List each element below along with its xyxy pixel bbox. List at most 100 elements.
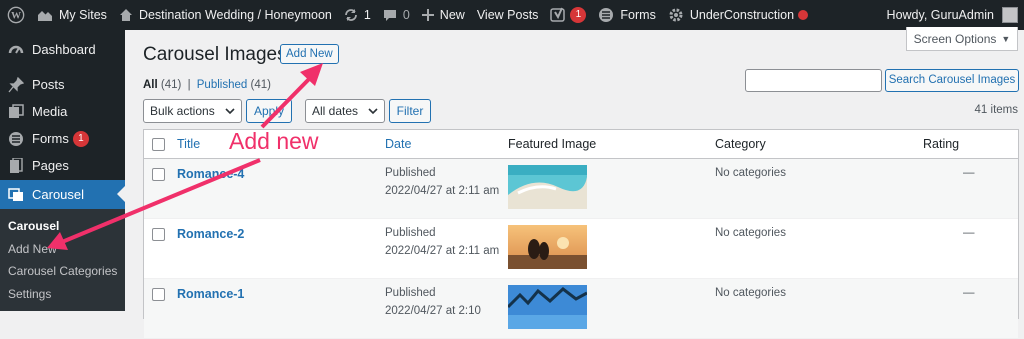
gear-icon <box>668 7 684 23</box>
row-status: Published <box>385 287 436 299</box>
new-content-button[interactable]: New <box>416 0 471 30</box>
admin-bar: W My Sites Destination Wedding / Honeymo… <box>0 0 1024 30</box>
under-construction-label: UnderConstruction <box>689 8 795 22</box>
column-rating: Rating <box>923 137 960 151</box>
sidebar-item-posts[interactable]: Posts <box>0 71 125 98</box>
row-category: No categories <box>715 227 786 239</box>
sidebar-item-label: Forms <box>32 131 69 146</box>
featured-image-thumbnail[interactable] <box>508 285 587 329</box>
view-posts-link[interactable]: View Posts <box>471 0 545 30</box>
dashboard-icon <box>8 42 24 58</box>
table-row: Romance-2 Published 2022/04/27 at 2:11 a… <box>144 219 1018 279</box>
table-row: Romance-1 Published 2022/04/27 at 2:10 N… <box>144 279 1018 339</box>
pin-icon <box>8 76 24 93</box>
plus-icon <box>421 9 434 21</box>
updates-button[interactable]: 1 <box>338 0 377 30</box>
howdy-label: Howdy, GuruAdmin <box>886 8 994 22</box>
filter-all-link[interactable]: All <box>143 79 158 91</box>
submenu-carousel-categories[interactable]: Carousel Categories <box>0 260 125 283</box>
date-filter-select[interactable]: All dates <box>305 99 385 123</box>
filter-button[interactable]: Filter <box>389 99 431 123</box>
bulk-actions-value: Bulk actions <box>150 104 215 118</box>
row-title-link[interactable]: Romance-2 <box>177 227 244 241</box>
column-title[interactable]: Title <box>177 137 200 151</box>
column-date[interactable]: Date <box>385 137 411 151</box>
sidebar-item-pages[interactable]: Pages <box>0 152 125 179</box>
screen-options-button[interactable]: Screen Options ▼ <box>906 27 1018 51</box>
comment-icon <box>383 9 397 22</box>
yoast-menu[interactable]: 1 <box>544 0 592 30</box>
sidebar-item-label: Carousel <box>32 187 85 202</box>
row-title-link[interactable]: Romance-1 <box>177 287 244 301</box>
submenu-carousel[interactable]: Carousel <box>0 215 125 238</box>
wordpress-logo-button[interactable]: W <box>0 0 31 30</box>
posts-table: Title Date Featured Image Category Ratin… <box>143 129 1019 339</box>
under-construction-menu[interactable]: UnderConstruction <box>662 0 814 30</box>
sidebar-item-label: Dashboard <box>32 42 96 57</box>
apply-button[interactable]: Apply <box>246 99 292 123</box>
refresh-icon <box>344 8 358 22</box>
sidebar-item-label: Pages <box>32 158 69 173</box>
svg-text:W: W <box>11 11 21 22</box>
select-all-checkbox[interactable] <box>152 138 165 151</box>
row-rating: — <box>963 167 975 179</box>
admin-sidebar: Dashboard Posts Media Forms 1 Pages Caro… <box>0 30 125 311</box>
bulk-actions-select[interactable]: Bulk actions <box>143 99 242 123</box>
site-name-menu[interactable]: Destination Wedding / Honeymoon <box>113 0 338 30</box>
submenu-settings[interactable]: Settings <box>0 283 125 306</box>
avatar <box>1002 7 1018 23</box>
my-sites-menu[interactable]: My Sites <box>31 0 113 30</box>
featured-image-thumbnail[interactable] <box>508 165 587 209</box>
row-checkbox[interactable] <box>152 228 165 241</box>
new-label: New <box>439 8 465 22</box>
row-title-link[interactable]: Romance-4 <box>177 167 244 181</box>
date-filter-value: All dates <box>312 104 359 118</box>
row-category: No categories <box>715 287 786 299</box>
pages-icon <box>8 157 24 174</box>
search-input[interactable] <box>745 69 882 92</box>
screen-options-label: Screen Options <box>913 31 997 46</box>
forms-label: Forms <box>620 8 656 22</box>
search-carousel-images-button[interactable]: Search Carousel Images <box>885 69 1019 92</box>
sidebar-item-carousel[interactable]: Carousel <box>0 180 125 209</box>
forms-menu[interactable]: Forms <box>592 0 661 30</box>
sidebar-item-media[interactable]: Media <box>0 98 125 125</box>
table-row: Romance-4 Published 2022/04/27 at 2:11 a… <box>144 159 1018 219</box>
row-date: 2022/04/27 at 2:11 am <box>385 185 500 197</box>
comments-button[interactable]: 0 <box>377 0 416 30</box>
row-category: No categories <box>715 167 786 179</box>
sidebar-item-forms[interactable]: Forms 1 <box>0 125 125 152</box>
forms-notification-badge: 1 <box>72 130 89 147</box>
home-icon <box>119 8 133 22</box>
page-title: Carousel Images <box>143 44 287 65</box>
my-sites-icon <box>37 8 53 22</box>
arrowhead-icon <box>300 63 323 86</box>
items-count: 41 items <box>974 104 1018 116</box>
row-checkbox[interactable] <box>152 168 165 181</box>
comments-count: 0 <box>402 8 410 22</box>
caret-down-icon: ▼ <box>1001 33 1011 44</box>
column-category: Category <box>715 137 766 151</box>
updates-count: 1 <box>363 8 371 22</box>
column-featured-image: Featured Image <box>508 137 597 151</box>
account-menu[interactable]: Howdy, GuruAdmin <box>887 0 1024 30</box>
annotation-label: Add new <box>229 128 319 154</box>
carousel-icon <box>8 187 24 203</box>
submenu-add-new[interactable]: Add New <box>0 238 125 261</box>
filter-published-count: (41) <box>250 79 271 91</box>
forms-icon <box>598 7 614 23</box>
featured-image-thumbnail[interactable] <box>508 225 587 269</box>
filter-published-link[interactable]: Published <box>197 79 248 91</box>
forms-icon <box>8 131 24 147</box>
sidebar-item-label: Posts <box>32 77 65 92</box>
media-icon <box>8 103 24 120</box>
row-status: Published <box>385 227 436 239</box>
row-date: 2022/04/27 at 2:11 am <box>385 245 500 257</box>
status-filter-links: All (41) | Published (41) <box>143 79 271 91</box>
sidebar-item-dashboard[interactable]: Dashboard <box>0 36 125 63</box>
carousel-submenu: Carousel Add New Carousel Categories Set… <box>0 209 125 311</box>
row-checkbox[interactable] <box>152 288 165 301</box>
row-rating: — <box>963 227 975 239</box>
add-new-button[interactable]: Add New <box>280 44 339 64</box>
view-posts-label: View Posts <box>476 8 539 22</box>
